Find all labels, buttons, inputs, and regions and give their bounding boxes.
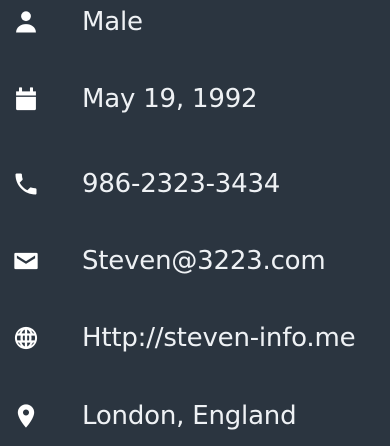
- phone-icon: [8, 166, 44, 202]
- location-pin-icon: [8, 398, 44, 434]
- email-row[interactable]: Steven@3223.com: [0, 231, 390, 291]
- calendar-icon: [8, 81, 44, 117]
- person-icon: [8, 4, 44, 40]
- website-link[interactable]: Http://steven-info.me: [82, 323, 356, 353]
- location-text: London, England: [82, 401, 297, 431]
- phone-number[interactable]: 986-2323-3434: [82, 169, 280, 199]
- location-row: London, England: [0, 386, 390, 446]
- globe-icon: [8, 320, 44, 356]
- email-icon: [8, 243, 44, 279]
- birthday-text: May 19, 1992: [82, 84, 258, 114]
- website-row[interactable]: Http://steven-info.me: [0, 308, 390, 368]
- profile-info-list: Male May 19, 1992 986-2323-3434 Steven@3…: [0, 0, 390, 438]
- birthday-row: May 19, 1992: [0, 69, 390, 129]
- phone-row[interactable]: 986-2323-3434: [0, 154, 390, 214]
- email-address[interactable]: Steven@3223.com: [82, 246, 326, 276]
- gender-row: Male: [0, 0, 390, 52]
- gender-text: Male: [82, 7, 143, 37]
